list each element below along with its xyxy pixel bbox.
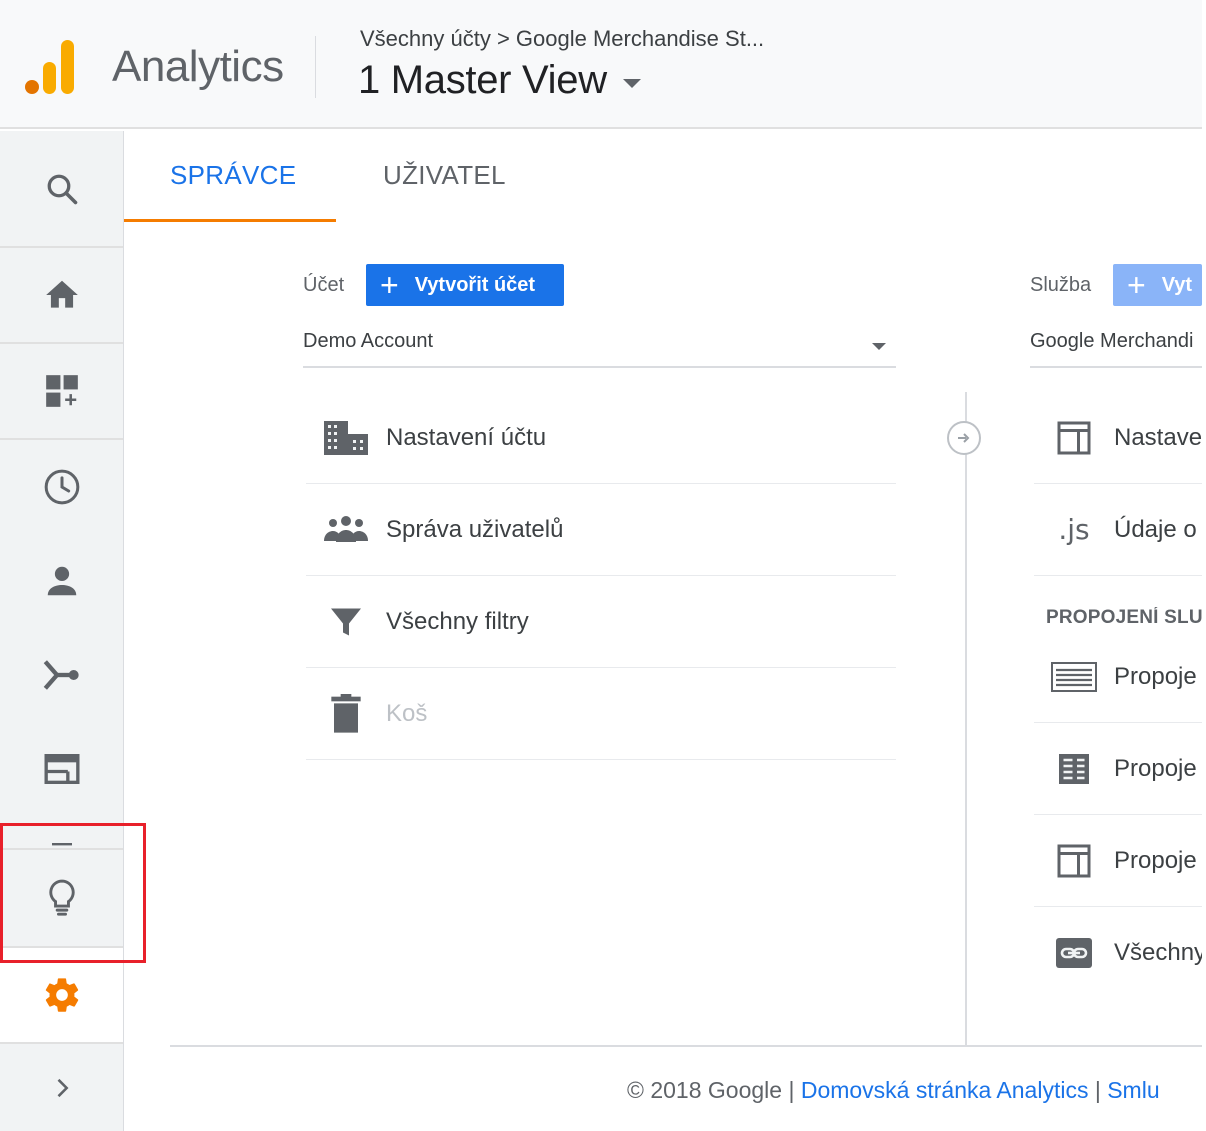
active-tab-indicator [124,219,336,222]
analytics-logo-icon[interactable] [24,38,76,96]
tracking-info-item[interactable]: .js Údaje o [1034,484,1202,576]
nav-acquisition[interactable] [0,628,123,722]
adwords-link-label: Propoje [1114,662,1197,690]
nav-admin[interactable] [0,948,123,1042]
flag-icon [51,843,72,846]
nav-realtime[interactable] [0,440,123,534]
all-products-link-icon [1034,937,1114,969]
terms-link[interactable]: Smlu [1107,1077,1159,1103]
trash-label: Koš [386,699,428,727]
product-linking-heading: PROPOJENÍ SLU [1046,607,1202,628]
trash-item[interactable]: Koš [306,668,896,760]
create-property-label: Vyt [1161,273,1193,296]
adexchange-link-item[interactable]: Propoje [1034,723,1202,815]
app-name: Analytics [112,42,284,91]
all-filters-label: Všechny filtry [386,607,529,635]
filter-icon [306,604,386,640]
nav-discover[interactable] [0,850,123,946]
footer-separator: | [1088,1077,1108,1103]
plus-icon: + [1127,267,1146,303]
product-link-icon [1034,843,1114,879]
account-label: Účet [303,274,345,296]
acquisition-icon [43,660,79,690]
building-icon [306,420,386,456]
copyright-text: © 2018 Google | [627,1077,801,1103]
adwords-link-icon [1034,661,1114,692]
analytics-home-link[interactable]: Domovská stránka Analytics [801,1077,1089,1103]
tab-admin[interactable]: SPRÁVCE [170,160,296,191]
people-icon [306,515,386,545]
dashboard-add-icon [45,375,78,407]
product-link-item[interactable]: Propoje [1034,815,1202,907]
property-selected: Google Merchandi [1030,330,1194,352]
user-management-label: Správa uživatelů [386,515,564,543]
caret-down-icon [622,79,641,88]
trash-icon [306,693,386,734]
view-selector[interactable]: 1 Master View [358,58,641,103]
user-management-item[interactable]: Správa uživatelů [306,484,896,576]
account-settings-item[interactable]: Nastavení účtu [306,392,896,484]
nav-home[interactable] [0,248,123,342]
behavior-icon [44,754,79,784]
tracking-info-label: Údaje o [1114,515,1197,543]
account-settings-label: Nastavení účtu [386,423,547,451]
create-account-button[interactable]: + Vytvořit účet [366,264,564,306]
breadcrumb[interactable]: Všechny účty > Google Merchandise St... [360,26,764,52]
column-divider [965,392,967,1046]
home-icon [45,280,78,308]
header-divider [315,36,316,98]
adexchange-link-label: Propoje [1114,754,1197,782]
all-filters-item[interactable]: Všechny filtry [306,576,896,668]
property-selector[interactable]: Google Merchandi [1030,330,1202,368]
lightbulb-icon [48,879,75,916]
product-link-label: Propoje [1114,846,1197,874]
app-header: Analytics Všechny účty > Google Merchand… [0,0,1202,129]
left-nav [0,131,124,1131]
gear-icon [45,978,78,1012]
property-settings-icon [1034,420,1114,456]
plus-icon: + [380,267,399,303]
nav-customization[interactable] [0,344,123,438]
js-icon: .js [1058,513,1090,546]
property-settings-label: Nastave [1114,423,1202,451]
nav-expand[interactable] [0,1044,123,1131]
tab-user[interactable]: UŽIVATEL [383,160,506,191]
chevron-right-icon [57,1078,68,1097]
footer: © 2018 Google | Domovská stránka Analyti… [627,1077,1202,1104]
create-property-button[interactable]: + Vyt [1113,264,1202,306]
property-settings-item[interactable]: Nastave [1034,392,1202,484]
property-label: Služba [1030,274,1092,296]
nav-audience[interactable] [0,534,123,628]
search-icon [47,174,77,204]
account-selected: Demo Account [303,330,434,352]
create-account-label: Vytvořit účet [414,273,536,296]
person-icon [47,566,76,596]
all-products-link-label: Všechny [1114,939,1202,966]
footer-divider [170,1045,1202,1047]
nav-search[interactable] [0,131,123,246]
adwords-link-item[interactable]: Propoje [1034,631,1202,723]
caret-down-icon [872,343,886,350]
account-selector[interactable]: Demo Account [303,330,896,368]
nav-behavior[interactable] [0,722,123,816]
view-name: 1 Master View [358,58,607,102]
all-products-link-item[interactable]: Všechny [1034,907,1202,999]
arrow-right-circle-icon [947,421,981,455]
adexchange-link-icon [1034,751,1114,787]
clock-icon [44,469,79,505]
